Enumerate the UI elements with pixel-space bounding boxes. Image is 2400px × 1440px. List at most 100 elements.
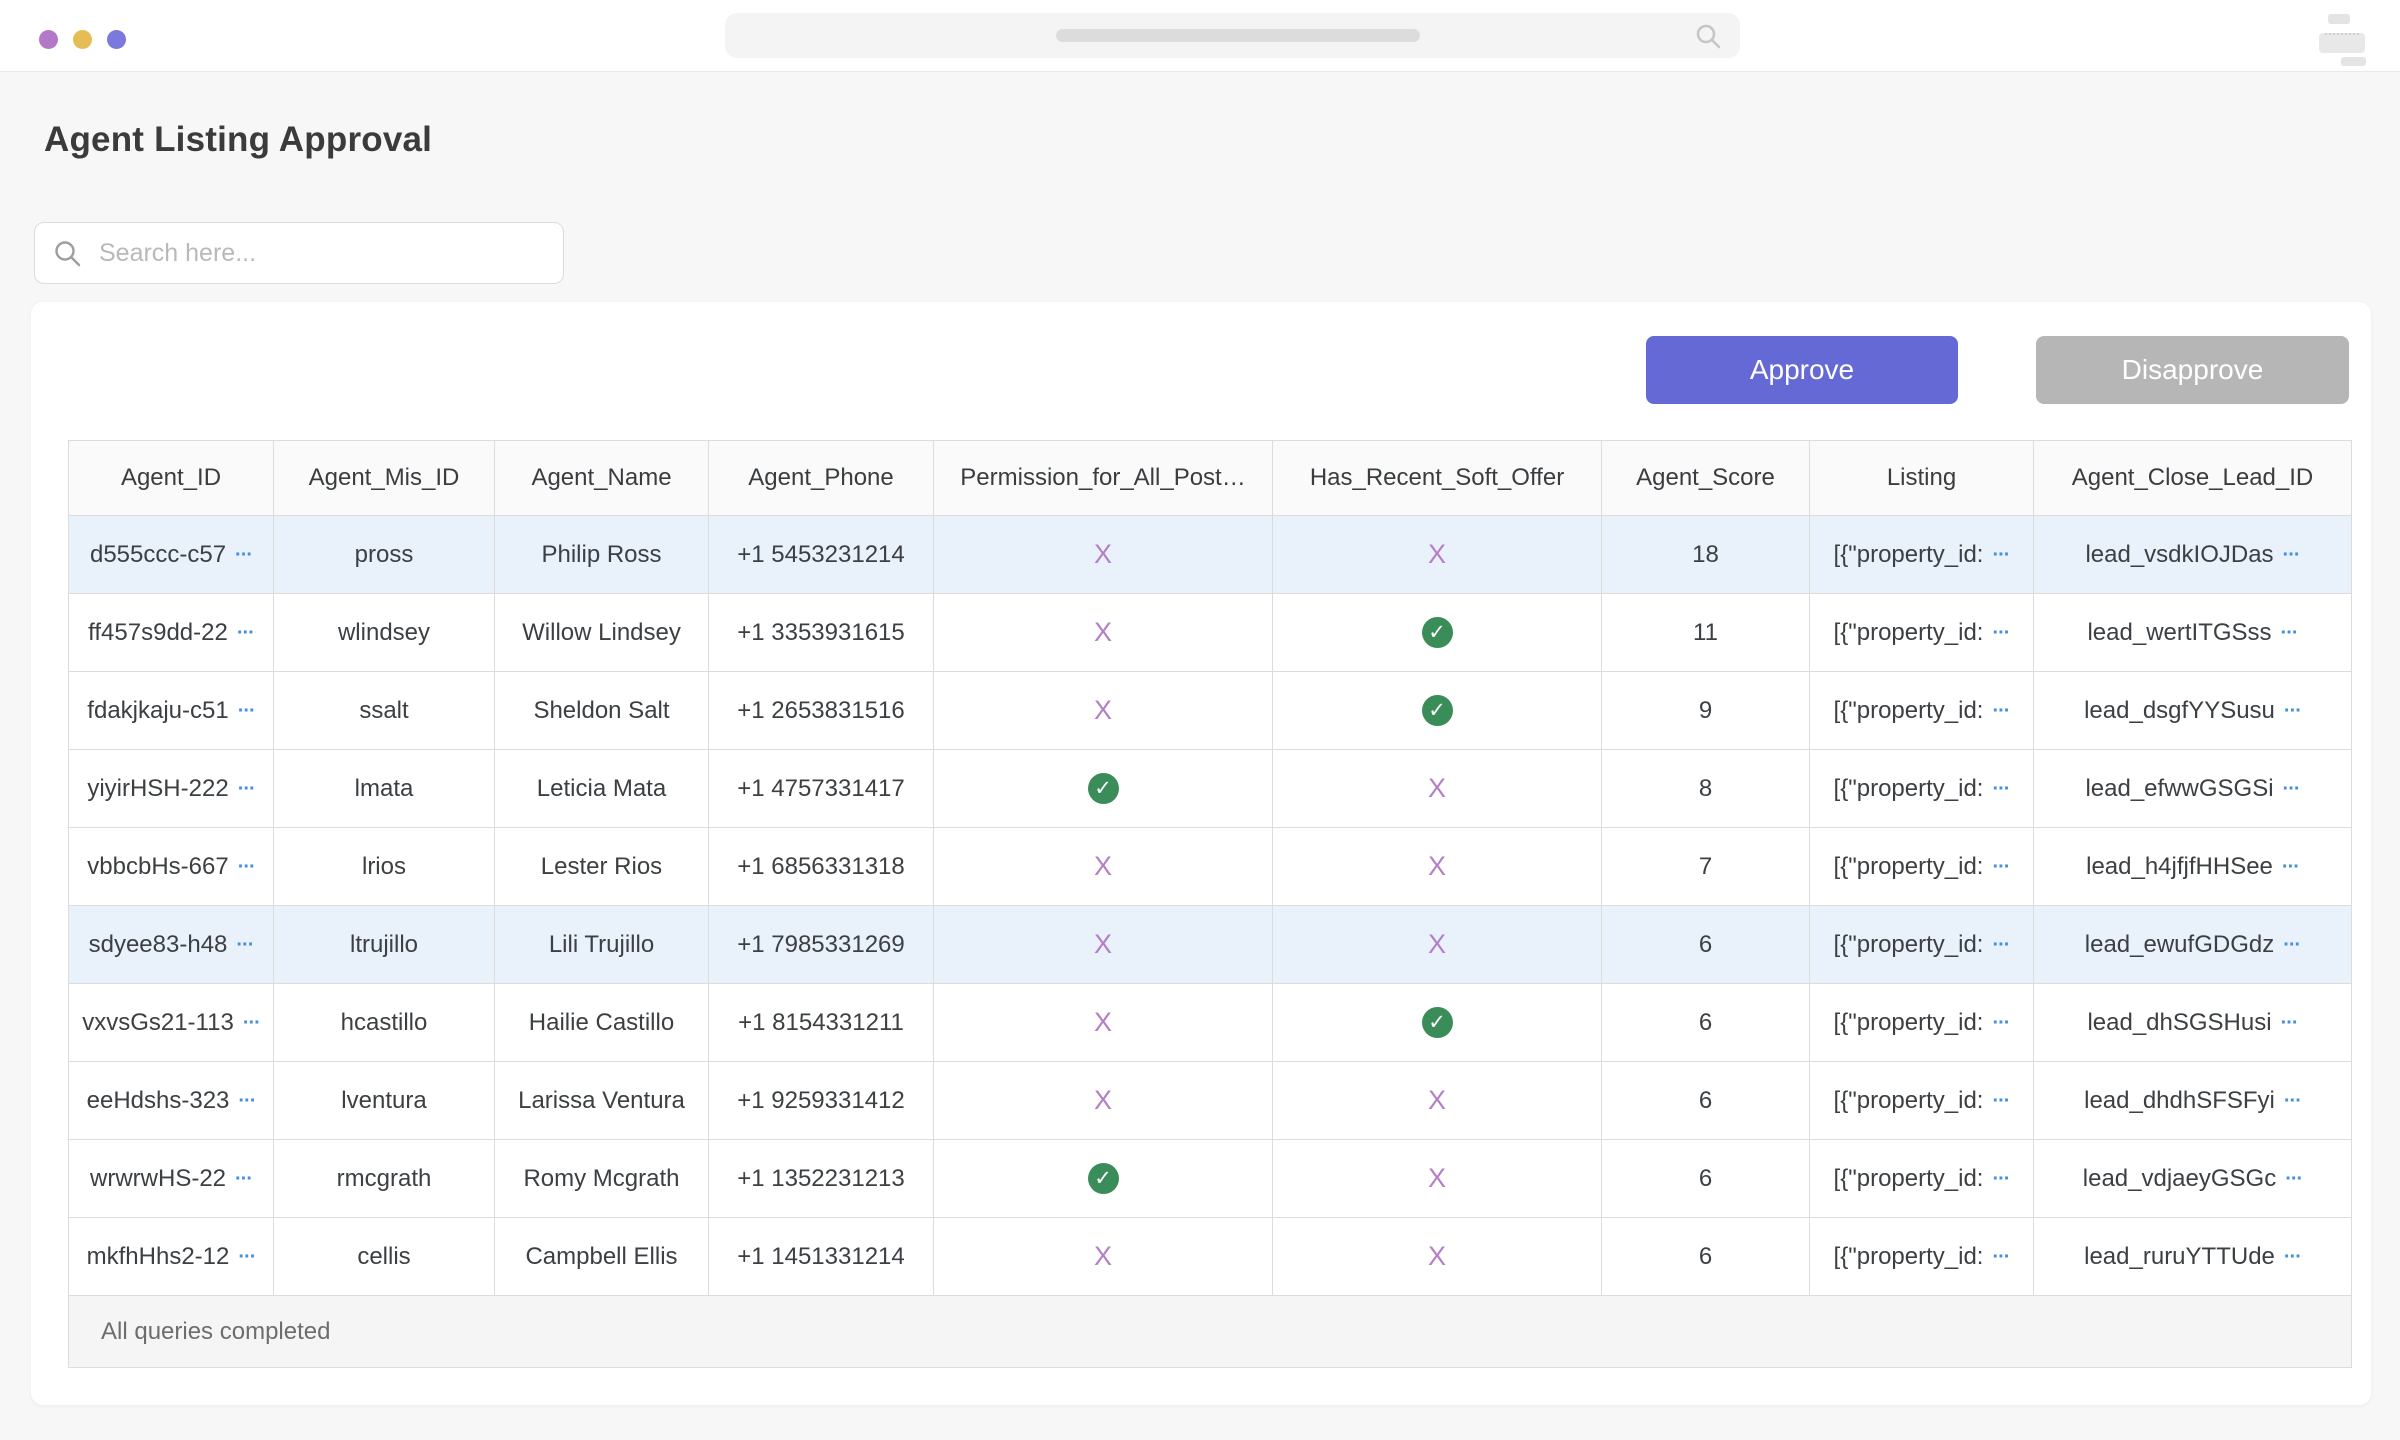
x-mark-icon: X [1094,539,1112,569]
truncated-ellipsis-icon[interactable]: ··· [238,856,255,878]
table-row[interactable]: eeHdshs-323···lventuraLarissa Ventura+1 … [69,1062,2352,1140]
cell-agent-close-lead-id: lead_wertITGSss··· [2034,594,2352,672]
cell-has-recent-soft-offer: ✓ [1273,984,1602,1062]
column-header-agent-name[interactable]: Agent_Name [495,441,709,516]
cell-agent-close-lead-id: lead_h4jfjfHHSee··· [2034,828,2352,906]
truncated-ellipsis-icon[interactable]: ··· [2284,700,2301,722]
truncated-ellipsis-icon[interactable]: ··· [1992,934,2009,956]
address-bar-text-placeholder [1056,29,1420,42]
cell-agent-id: wrwrwHS-22··· [69,1140,274,1218]
truncated-ellipsis-icon[interactable]: ··· [238,700,255,722]
cell-has-recent-soft-offer: X [1273,1140,1602,1218]
column-header-agent-close-lead-id[interactable]: Agent_Close_Lead_ID [2034,441,2352,516]
cell-agent-mis-id: rmcgrath [274,1140,495,1218]
cell-agent-close-lead-id: lead_dhSGSHusi··· [2034,984,2352,1062]
column-header-agent-score[interactable]: Agent_Score [1602,441,1810,516]
truncated-ellipsis-icon[interactable]: ··· [1992,1090,2009,1112]
check-icon: ✓ [1422,1007,1453,1038]
cell-listing: [{"property_id:··· [1810,984,2034,1062]
truncated-ellipsis-icon[interactable]: ··· [1992,778,2009,800]
table-row[interactable]: mkfhHhs2-12···cellisCampbell Ellis+1 145… [69,1218,2352,1296]
truncated-ellipsis-icon[interactable]: ··· [1992,1246,2009,1268]
search-input[interactable] [97,238,545,269]
browser-address-bar[interactable] [725,13,1740,58]
truncated-ellipsis-icon[interactable]: ··· [238,778,255,800]
table-row[interactable]: ff457s9dd-22···wlindseyWillow Lindsey+1 … [69,594,2352,672]
approve-button[interactable]: Approve [1646,336,1958,404]
x-mark-icon: X [1428,773,1446,803]
truncated-ellipsis-icon[interactable]: ··· [1992,544,2009,566]
column-header-agent-phone[interactable]: Agent_Phone [709,441,934,516]
truncated-ellipsis-icon[interactable]: ··· [1992,622,2009,644]
cell-agent-name: Lester Rios [495,828,709,906]
truncated-ellipsis-icon[interactable]: ··· [243,1012,260,1034]
truncated-ellipsis-icon[interactable]: ··· [1992,1168,2009,1190]
cell-agent-id: eeHdshs-323··· [69,1062,274,1140]
cell-agent-name: Lili Trujillo [495,906,709,984]
truncated-ellipsis-icon[interactable]: ··· [2283,778,2300,800]
truncated-ellipsis-icon[interactable]: ··· [2284,1246,2301,1268]
cell-agent-id: vbbcbHs-667··· [69,828,274,906]
window-control-dot[interactable] [107,30,126,49]
table-row[interactable]: d555ccc-c57···prossPhilip Ross+1 5453231… [69,516,2352,594]
cell-has-recent-soft-offer: X [1273,750,1602,828]
x-mark-icon: X [1094,1007,1112,1037]
page-title: Agent Listing Approval [44,120,432,160]
table-row[interactable]: wrwrwHS-22···rmcgrathRomy Mcgrath+1 1352… [69,1140,2352,1218]
x-mark-icon: X [1094,695,1112,725]
search-icon [1694,22,1722,50]
truncated-ellipsis-icon[interactable]: ··· [2282,856,2299,878]
table-row[interactable]: yiyirHSH-222···lmataLeticia Mata+1 47573… [69,750,2352,828]
window-control-dot[interactable] [39,30,58,49]
truncated-ellipsis-icon[interactable]: ··· [2281,622,2298,644]
truncated-ellipsis-icon[interactable]: ··· [2284,1090,2301,1112]
table-row[interactable]: sdyee83-h48···ltrujilloLili Trujillo+1 7… [69,906,2352,984]
x-mark-icon: X [1094,1085,1112,1115]
x-mark-icon: X [1094,617,1112,647]
truncated-ellipsis-icon[interactable]: ··· [1992,856,2009,878]
truncated-ellipsis-icon[interactable]: ··· [2283,544,2300,566]
column-header-has-recent-soft-offer[interactable]: Has_Recent_Soft_Offer [1273,441,1602,516]
cell-agent-name: Larissa Ventura [495,1062,709,1140]
column-header-listing[interactable]: Listing [1810,441,2034,516]
browser-menu-icon[interactable] [2319,14,2367,58]
column-header-permission-for-all-post[interactable]: Permission_for_All_Post… [934,441,1273,516]
disapprove-button[interactable]: Disapprove [2036,336,2349,404]
column-header-agent-id[interactable]: Agent_ID [69,441,274,516]
browser-chrome [0,0,2400,71]
truncated-ellipsis-icon[interactable]: ··· [235,1168,252,1190]
check-icon: ✓ [1422,695,1453,726]
cell-permission-for-all-post: X [934,984,1273,1062]
truncated-ellipsis-icon[interactable]: ··· [235,544,252,566]
table-row[interactable]: fdakjkaju-c51···ssaltSheldon Salt+1 2653… [69,672,2352,750]
cell-listing: [{"property_id:··· [1810,828,2034,906]
x-mark-icon: X [1094,851,1112,881]
cell-agent-phone: +1 2653831516 [709,672,934,750]
cell-agent-score: 6 [1602,1218,1810,1296]
cell-listing: [{"property_id:··· [1810,672,2034,750]
cell-agent-name: Willow Lindsey [495,594,709,672]
truncated-ellipsis-icon[interactable]: ··· [1992,1012,2009,1034]
menu-bar-bottom [2341,57,2366,66]
truncated-ellipsis-icon[interactable]: ··· [238,1090,255,1112]
column-header-agent-mis-id[interactable]: Agent_Mis_ID [274,441,495,516]
truncated-ellipsis-icon[interactable]: ··· [1992,700,2009,722]
truncated-ellipsis-icon[interactable]: ··· [2281,1012,2298,1034]
menu-bar-small [2328,14,2350,24]
truncated-ellipsis-icon[interactable]: ··· [237,622,254,644]
cell-permission-for-all-post: X [934,516,1273,594]
x-mark-icon: X [1428,851,1446,881]
truncated-ellipsis-icon[interactable]: ··· [238,1246,255,1268]
cell-permission-for-all-post: X [934,1218,1273,1296]
cell-listing: [{"property_id:··· [1810,906,2034,984]
truncated-ellipsis-icon[interactable]: ··· [2285,1168,2302,1190]
truncated-ellipsis-icon[interactable]: ··· [236,934,253,956]
cell-agent-id: fdakjkaju-c51··· [69,672,274,750]
table-row[interactable]: vbbcbHs-667···lriosLester Rios+1 6856331… [69,828,2352,906]
cell-agent-mis-id: lmata [274,750,495,828]
app-window: Agent Listing Approval Approve Disapprov… [0,0,2400,1440]
truncated-ellipsis-icon[interactable]: ··· [2283,934,2300,956]
window-control-dot[interactable] [73,30,92,49]
table-row[interactable]: vxvsGs21-113···hcastilloHailie Castillo+… [69,984,2352,1062]
cell-agent-phone: +1 3353931615 [709,594,934,672]
